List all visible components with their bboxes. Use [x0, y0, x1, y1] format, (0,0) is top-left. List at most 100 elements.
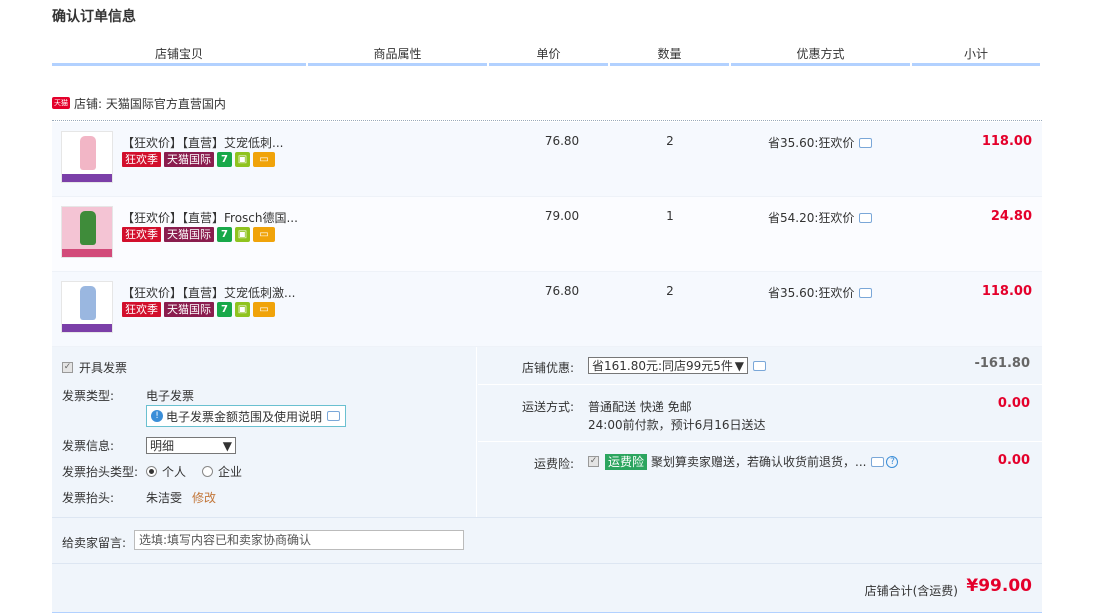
invoice-checkbox-label: 开具发票	[79, 361, 128, 375]
quantity: 2	[666, 134, 674, 148]
order-options-panel: ✓ 开具发票 发票类型: 电子发票 ! 电子发票金额范围及使用说明 发票信息: …	[52, 347, 1042, 613]
chat-bubble-icon	[327, 411, 341, 421]
product-image-band	[62, 324, 112, 332]
product-thumbnail[interactable]	[61, 206, 113, 258]
page-title: 确认订单信息	[52, 9, 136, 25]
promo-detail-icon[interactable]	[859, 137, 873, 148]
product-image-bottle	[80, 211, 96, 245]
divider	[52, 612, 1042, 613]
shipping-eta: 24:00前付款，预计6月16日送达	[588, 418, 766, 432]
insurance-detail: ✓ 运费险 聚划算卖家赠送，若确认收货前退货，... ?	[588, 453, 899, 470]
product-name-link[interactable]: 【狂欢价】【直营】Frosch德国...	[122, 209, 312, 226]
product-image-bottle	[80, 136, 96, 170]
guarantee-icon: ▣	[235, 227, 250, 242]
unit-price: 79.00	[544, 209, 580, 223]
company-radio[interactable]	[202, 466, 214, 477]
promo-detail-icon[interactable]	[859, 212, 873, 223]
shop-total-value: ¥99.00	[966, 576, 1032, 596]
personal-radio[interactable]	[146, 466, 157, 477]
shop-discount-label: 店铺优惠:	[521, 361, 574, 375]
header-discount: 优惠方式	[731, 44, 910, 66]
shop-discount-amount: -161.80	[974, 356, 1030, 371]
seller-message-label: 给卖家留言:	[62, 536, 127, 550]
promo-info: 省35.60:狂欢价	[768, 284, 873, 301]
company-radio-label: 企业	[218, 465, 243, 479]
shop-discount-select[interactable]: 省161.80元:同店99元5件 ▼	[588, 357, 748, 374]
invoice-info-row: 发票信息: 明细 ▼	[62, 437, 236, 454]
invoice-toggle-row: ✓ 开具发票	[62, 359, 127, 376]
table-header: 店铺宝贝 商品属性 单价 数量 优惠方式 小计	[52, 44, 1042, 66]
promo-info: 省35.60:狂欢价	[768, 134, 873, 151]
tmall-intl-tag: 天猫国际	[164, 302, 214, 317]
product-tags: 狂欢季 天猫国际 7 ▣ ▭	[122, 227, 275, 242]
item-subtotal: 24.80	[990, 209, 1032, 224]
promo-detail-icon[interactable]	[859, 287, 873, 298]
quantity: 2	[666, 284, 674, 298]
seven-day-return-icon: 7	[217, 227, 232, 242]
kuanghuan-tag: 狂欢季	[122, 302, 161, 317]
shop-total-label: 店铺合计(含运费)	[864, 584, 958, 598]
modify-invoice-link[interactable]: 修改	[192, 489, 216, 506]
credit-card-icon: ▭	[253, 302, 275, 317]
invoice-type-row: 发票类型: 电子发票	[62, 387, 194, 404]
seven-day-return-icon: 7	[217, 152, 232, 167]
product-thumbnail[interactable]	[61, 281, 113, 333]
invoice-info-value: 明细	[150, 439, 175, 453]
shipping-amount: 0.00	[997, 396, 1030, 411]
header-subtotal: 小计	[912, 44, 1040, 66]
item-subtotal: 118.00	[981, 134, 1032, 149]
shop-discount-option: 省161.80元:同店99元5件	[592, 359, 733, 373]
tmall-intl-tag: 天猫国际	[164, 227, 214, 242]
shop-name[interactable]: 店铺: 天猫国际官方直营国内	[74, 95, 226, 112]
shop-discount-control: 省161.80元:同店99元5件 ▼	[588, 357, 766, 374]
seven-day-return-icon: 7	[217, 302, 232, 317]
insurance-label: 运费险:	[533, 457, 574, 471]
product-image-band	[62, 174, 112, 182]
seller-message-row: 给卖家留言: 选填:填写内容已和卖家协商确认	[52, 517, 1042, 563]
header-shop-item: 店铺宝贝	[52, 44, 306, 66]
divider	[52, 120, 1042, 121]
promo-info: 省54.20:狂欢价	[768, 209, 873, 226]
header-quantity: 数量	[610, 44, 729, 66]
tmall-intl-tag: 天猫国际	[164, 152, 214, 167]
insurance-amount: 0.00	[997, 453, 1030, 468]
unit-price: 76.80	[544, 284, 580, 298]
shipping-label: 运送方式:	[521, 400, 574, 414]
order-summary-section: 店铺优惠: 省161.80元:同店99元5件 ▼ -161.80 运送方式: 普…	[478, 347, 1042, 517]
shop-name-row: 天猫 店铺: 天猫国际官方直营国内	[52, 94, 226, 112]
credit-card-icon: ▭	[253, 227, 275, 242]
e-invoice-notice-text: 电子发票金额范围及使用说明	[166, 409, 323, 424]
guarantee-icon: ▣	[235, 152, 250, 167]
shipping-method: 普通配送 快递 免邮	[588, 400, 692, 414]
guarantee-icon: ▣	[235, 302, 250, 317]
chat-bubble-icon[interactable]	[871, 456, 885, 467]
invoice-header-type-label: 发票抬头类型:	[62, 465, 139, 479]
table-row: 【狂欢价】【直营】艾宠低刺... 狂欢季 天猫国际 7 ▣ ▭ 76.80 2 …	[52, 122, 1042, 197]
seller-message-input[interactable]: 选填:填写内容已和卖家协商确认	[134, 530, 464, 550]
product-image-band	[62, 249, 112, 257]
help-icon[interactable]: ?	[886, 455, 899, 468]
item-list: 【狂欢价】【直营】艾宠低刺... 狂欢季 天猫国际 7 ▣ ▭ 76.80 2 …	[52, 122, 1042, 347]
tmall-logo-icon: 天猫	[52, 97, 70, 109]
shipping-row: 运送方式: 普通配送 快递 免邮 24:00前付款，预计6月16日送达 0.00	[478, 385, 1042, 442]
product-image-bottle	[80, 286, 96, 320]
product-name-link[interactable]: 【狂欢价】【直营】艾宠低刺...	[122, 134, 312, 151]
shop-total-row: 店铺合计(含运费) ¥99.00	[52, 563, 1042, 613]
insurance-row: 运费险: ✓ 运费险 聚划算卖家赠送，若确认收货前退货，... ? 0.00	[478, 442, 1042, 517]
promo-text: 省54.20:狂欢价	[768, 211, 855, 225]
invoice-type-label: 发票类型:	[62, 389, 115, 403]
item-subtotal: 118.00	[981, 284, 1032, 299]
header-attributes: 商品属性	[308, 44, 487, 66]
product-thumbnail[interactable]	[61, 131, 113, 183]
promo-text: 省35.60:狂欢价	[768, 286, 855, 300]
invoice-header-row: 发票抬头: 朱洁雯 修改	[62, 489, 216, 506]
insurance-text: 聚划算卖家赠送，若确认收货前退货，...	[651, 455, 867, 469]
insurance-checkbox[interactable]: ✓	[588, 456, 599, 467]
e-invoice-notice-link[interactable]: ! 电子发票金额范围及使用说明	[146, 405, 346, 427]
order-confirm-page: 确认订单信息 店铺宝贝 商品属性 单价 数量 优惠方式 小计 天猫 店铺: 天猫…	[0, 0, 1106, 616]
invoice-info-select[interactable]: 明细 ▼	[146, 437, 236, 454]
invoice-checkbox[interactable]: ✓	[62, 362, 73, 373]
product-name-link[interactable]: 【狂欢价】【直营】艾宠低刺激...	[122, 284, 312, 301]
chat-bubble-icon[interactable]	[753, 360, 766, 371]
invoice-header-value: 朱洁雯	[146, 491, 183, 505]
